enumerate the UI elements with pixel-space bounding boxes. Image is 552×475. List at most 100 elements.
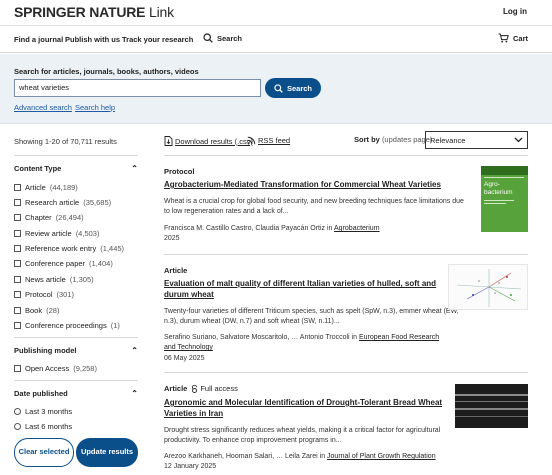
result-date: 2025	[164, 235, 180, 242]
filter-count: (44,189)	[49, 183, 78, 192]
result-title-link[interactable]: Agronomic and Molecular Identification o…	[164, 397, 444, 419]
radio-button[interactable]	[14, 408, 21, 415]
filter-heading: Publishing model	[14, 346, 77, 355]
cover-band	[481, 166, 528, 175]
springer-nature-link-logo[interactable]: SPRINGER NATURE Link	[14, 4, 174, 20]
nav-search-label: Search	[217, 33, 243, 43]
search-help-link[interactable]: Search help	[75, 103, 115, 112]
filter-count: (28)	[46, 306, 60, 315]
checkbox[interactable]	[14, 214, 21, 221]
divider	[164, 254, 528, 255]
gel-band	[455, 408, 528, 410]
authors-text: Arezoo Karkhaneh, Hooman Salari, … Leila…	[164, 453, 328, 460]
result-type: Protocol	[164, 167, 195, 176]
nav-find-journal[interactable]: Find a journal	[14, 35, 63, 44]
search-submit-button[interactable]: Search	[265, 78, 321, 98]
chevron-down-icon	[514, 137, 523, 143]
sort-by-label: Sort by (updates page)	[354, 135, 432, 144]
search-label: Search for articles, journals, books, au…	[14, 67, 199, 76]
cluster-plot-image	[456, 269, 522, 307]
checkbox[interactable]	[14, 291, 21, 298]
filter-date-published-toggle[interactable]: Date published ⌃	[14, 389, 138, 398]
filter-reference-work-entry[interactable]: Reference work entry (1,445)	[14, 244, 124, 253]
clear-selected-button[interactable]: Clear selected	[14, 438, 74, 467]
filter-last-6-months[interactable]: Last 6 months	[14, 422, 72, 431]
results-count: Showing 1-20 of 70,711 results	[14, 137, 117, 146]
update-results-button[interactable]: Update results	[76, 438, 138, 467]
filter-label: Conference proceedings	[25, 321, 107, 330]
cart-button[interactable]: Cart	[498, 33, 528, 43]
filter-label: Chapter	[25, 213, 52, 222]
filter-label: Review article	[25, 229, 72, 238]
cart-label: Cart	[512, 33, 528, 43]
filter-content-type-toggle[interactable]: Content Type ⌃	[14, 164, 138, 173]
nav-track-research[interactable]: Track your research	[122, 35, 193, 44]
divider	[14, 380, 138, 381]
rss-feed-link[interactable]: RSS feed	[247, 136, 290, 145]
result-title-link[interactable]: Agrobacterium-Mediated Transformation fo…	[164, 179, 444, 190]
download-icon	[164, 136, 173, 146]
filter-chapter[interactable]: Chapter (26,494)	[14, 213, 84, 222]
login-link[interactable]: Log in	[503, 7, 527, 16]
filter-open-access[interactable]: Open Access (9,258)	[14, 364, 97, 373]
filter-research-article[interactable]: Research article (35,685)	[14, 198, 111, 207]
filter-count: (1)	[110, 321, 120, 330]
filter-news-article[interactable]: News article (1,305)	[14, 275, 94, 284]
checkbox[interactable]	[14, 307, 21, 314]
filter-protocol[interactable]: Protocol (301)	[14, 290, 74, 299]
filter-article[interactable]: Article (44,189)	[14, 183, 78, 192]
sort-value: Relevance	[430, 135, 466, 145]
logo-brand: SPRINGER NATURE	[14, 4, 146, 20]
advanced-search-link[interactable]: Advanced search	[14, 103, 72, 112]
book-cover-thumbnail[interactable]: Agro- bacterium	[481, 166, 528, 232]
gel-band	[455, 394, 528, 396]
filter-review-article[interactable]: Review article (4,503)	[14, 229, 99, 238]
sort-label: Sort by	[354, 135, 380, 144]
result-title-link[interactable]: Evaluation of malt quality of different …	[164, 278, 444, 300]
figure-thumbnail[interactable]	[448, 264, 528, 310]
result-snippet: Twenty-four varieties of different Triti…	[164, 308, 459, 325]
result-snippet: Wheat is a crucial crop for global food …	[164, 198, 464, 215]
journal-link[interactable]: Agrobacterium	[334, 225, 380, 232]
checkbox[interactable]	[14, 365, 21, 372]
cover-rule	[484, 177, 524, 178]
filter-heading: Date published	[14, 389, 68, 398]
filter-label: Protocol	[25, 290, 53, 299]
filter-book[interactable]: Book (28)	[14, 306, 59, 315]
filter-count: (26,494)	[55, 213, 84, 222]
filter-label: Last 3 months	[25, 407, 73, 416]
checkbox[interactable]	[14, 322, 21, 329]
checkbox[interactable]	[14, 260, 21, 267]
checkbox[interactable]	[14, 276, 21, 283]
nav-publish-with-us[interactable]: Publish with us	[65, 35, 120, 44]
journal-link[interactable]: Journal of Plant Growth Regulation	[327, 453, 436, 460]
filter-count: (9,258)	[73, 364, 97, 373]
result-authors: Serafino Suriano, Salvatore Moscaritolo,…	[164, 333, 449, 353]
checkbox[interactable]	[14, 230, 21, 237]
search-input[interactable]: wheat varieties	[14, 79, 261, 97]
gel-image-thumbnail[interactable]	[455, 384, 528, 428]
chevron-up-icon: ⌃	[131, 389, 138, 398]
filter-count: (1,404)	[89, 259, 113, 268]
chevron-up-icon: ⌃	[131, 346, 138, 355]
rss-icon	[247, 136, 256, 145]
filter-label: Last 6 months	[25, 422, 73, 431]
filter-publishing-model-toggle[interactable]: Publishing model ⌃	[14, 346, 138, 355]
search-icon	[274, 83, 283, 93]
filter-count: (1,305)	[69, 275, 94, 284]
filter-conference-proceedings[interactable]: Conference proceedings (1)	[14, 321, 120, 330]
checkbox[interactable]	[14, 245, 21, 252]
divider	[164, 155, 528, 156]
sort-select[interactable]: Relevance	[425, 131, 528, 149]
filter-last-3-months[interactable]: Last 3 months	[14, 407, 72, 416]
full-access-badge: Full access	[191, 384, 238, 393]
radio-button[interactable]	[14, 423, 21, 430]
open-access-icon	[192, 384, 198, 393]
checkbox[interactable]	[14, 199, 21, 206]
divider	[14, 337, 138, 338]
download-csv-link[interactable]: Download results (.csv)	[164, 136, 253, 146]
filter-conference-paper[interactable]: Conference paper (1,404)	[14, 259, 113, 268]
checkbox[interactable]	[14, 184, 21, 191]
result-authors: Arezoo Karkhaneh, Hooman Salari, … Leila…	[164, 452, 449, 462]
nav-search-button[interactable]: Search	[203, 33, 242, 43]
